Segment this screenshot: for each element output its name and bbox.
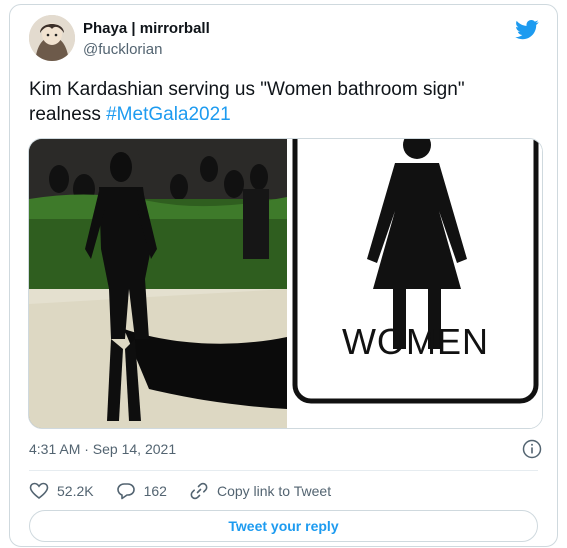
like-button[interactable]: 52.2K	[29, 481, 94, 501]
action-bar: 52.2K 162 Copy link to Tweet	[29, 481, 353, 501]
divider	[29, 470, 538, 471]
sign-label: WOMEN	[342, 321, 489, 362]
tweet-text: Kim Kardashian serving us "Women bathroo…	[29, 77, 539, 127]
heart-icon	[29, 482, 49, 500]
copy-link-button[interactable]: Copy link to Tweet	[189, 481, 331, 501]
author-name[interactable]: Phaya | mirrorball	[83, 20, 210, 37]
info-icon[interactable]	[522, 439, 542, 459]
twitter-bird-icon[interactable]	[515, 19, 539, 41]
red-carpet-photo[interactable]	[29, 139, 287, 428]
like-count: 52.2K	[57, 483, 94, 499]
copy-link-label: Copy link to Tweet	[216, 483, 332, 499]
women-sign-image[interactable]: WOMEN	[289, 139, 542, 428]
author-handle[interactable]: @fucklorian	[83, 41, 162, 58]
tweet-body: Kim Kardashian serving us "Women bathroo…	[29, 79, 465, 125]
reply-action-button[interactable]: 162	[116, 481, 167, 501]
reply-count: 162	[143, 483, 167, 499]
reply-icon	[116, 483, 135, 500]
tweet-card: Phaya | mirrorball @fucklorian Kim Karda…	[9, 4, 558, 547]
link-icon	[190, 482, 208, 500]
tweet-timestamp[interactable]: 4:31 AM · Sep 14, 2021	[29, 441, 176, 457]
tweet-media[interactable]: WOMEN	[28, 138, 543, 429]
tweet-your-reply-button[interactable]: Tweet your reply	[29, 510, 538, 542]
avatar[interactable]	[29, 15, 75, 61]
hashtag-link[interactable]: #MetGala2021	[106, 104, 231, 125]
